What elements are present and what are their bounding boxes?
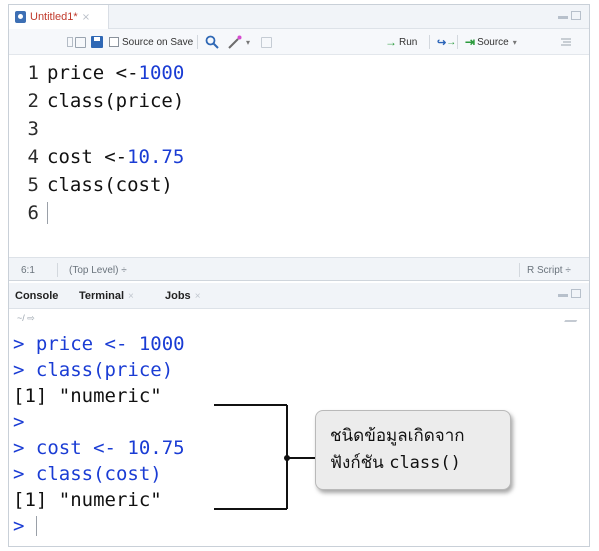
- annotation-callout: ชนิดข้อมูลเกิดจาก ฟังก์ชัน class(): [315, 410, 511, 490]
- annotation-line-2-code: class(): [389, 453, 461, 473]
- annotation-line-2: ฟังก์ชัน class(): [330, 450, 510, 477]
- annotation-line-1: ชนิดข้อมูลเกิดจาก: [330, 426, 465, 446]
- annotation-line-2-text: ฟังก์ชัน: [330, 453, 390, 473]
